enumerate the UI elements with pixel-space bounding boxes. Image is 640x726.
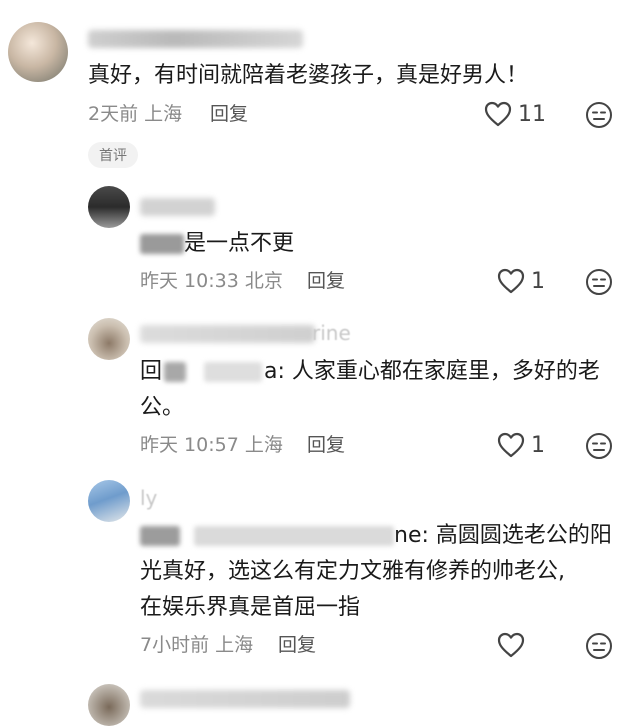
reply-author-name-visible: ly	[140, 486, 158, 510]
redacted-mention	[140, 234, 184, 254]
commenter-name[interactable]	[88, 30, 303, 48]
reply-time-location: 昨天 10:33 北京	[140, 270, 283, 292]
reply-button[interactable]: 回复	[278, 632, 316, 658]
dislike-button[interactable]	[585, 101, 613, 133]
first-comment-badge: 首评	[88, 142, 138, 168]
reply-avatar[interactable]	[88, 186, 130, 228]
neutral-face-icon	[585, 633, 613, 664]
redacted-mention	[194, 526, 394, 546]
reply-avatar[interactable]	[88, 480, 130, 522]
reply-text-line: ne: 高圆圆选老公的阳	[140, 518, 612, 554]
reply-button[interactable]: 回复	[210, 101, 248, 127]
reply-text-line: 光真好，选这么有定力文雅有修养的帅老公,	[140, 559, 565, 584]
neutral-face-icon	[585, 433, 613, 464]
heart-icon	[497, 268, 525, 294]
like-count: 1	[531, 432, 545, 458]
reply-text-line: 公。	[140, 395, 185, 420]
reply-text: 是一点不更	[140, 226, 294, 262]
reply-text-content: 是一点不更	[184, 231, 295, 256]
neutral-face-icon	[585, 269, 613, 300]
like-button[interactable]: 1	[497, 268, 545, 294]
reply-button[interactable]: 回复	[307, 268, 345, 294]
reply-avatar[interactable]	[88, 684, 130, 726]
reply-time-location: 7小时前 上海	[140, 634, 254, 656]
reply-text-line: 在娱乐界真是首屈一指	[140, 595, 361, 620]
heart-icon	[497, 632, 525, 658]
dislike-button[interactable]	[585, 632, 613, 664]
reply-author-name[interactable]	[140, 690, 350, 708]
reply-author-name-visible: rine	[312, 321, 351, 345]
comment-text: 真好，有时间就陪着老婆孩子，真是好男人！	[88, 63, 529, 88]
heart-icon	[497, 432, 525, 458]
like-button[interactable]	[497, 632, 531, 658]
reply-time-location: 昨天 10:57 上海	[140, 434, 283, 456]
reply-text-content: a: 人家重心都在家庭里，多好的老	[264, 359, 600, 384]
reply-prefix: 回	[140, 359, 163, 384]
like-count: 11	[518, 101, 546, 127]
comment-time-location: 2天前 上海	[88, 103, 183, 125]
like-button[interactable]: 11	[484, 101, 546, 127]
redacted-mention	[164, 362, 187, 382]
reply-button[interactable]: 回复	[307, 432, 345, 458]
commenter-avatar[interactable]	[8, 22, 68, 82]
neutral-face-icon	[585, 102, 613, 133]
reply-text-line: 回 a: 人家重心都在家庭里，多好的老	[140, 354, 600, 390]
reply-avatar[interactable]	[88, 318, 130, 360]
redacted-mention	[204, 362, 263, 382]
reply-author-name[interactable]	[140, 198, 215, 216]
dislike-button[interactable]	[585, 432, 613, 464]
like-button[interactable]: 1	[497, 432, 545, 458]
heart-icon	[484, 101, 512, 127]
redacted-mention	[140, 526, 180, 546]
reply-text-content: ne: 高圆圆选老公的阳	[394, 523, 612, 548]
dislike-button[interactable]	[585, 268, 613, 300]
like-count: 1	[531, 268, 545, 294]
reply-author-name[interactable]	[140, 325, 315, 343]
